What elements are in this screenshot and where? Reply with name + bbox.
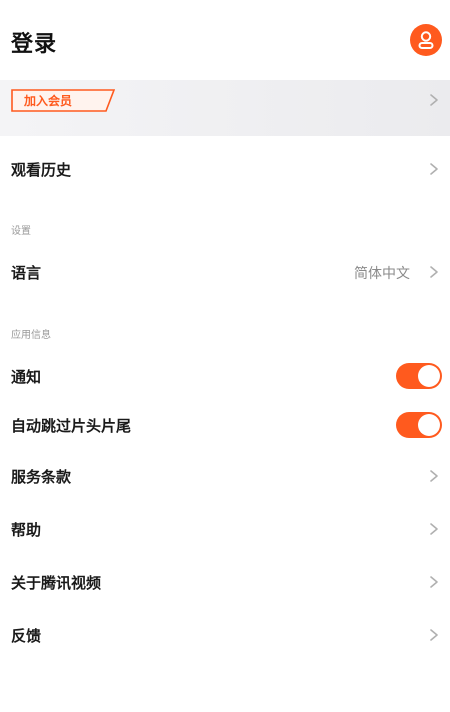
chevron-right-icon (430, 576, 438, 588)
notification-toggle[interactable] (396, 363, 442, 389)
chevron-right-icon (430, 523, 438, 535)
feedback-row[interactable]: 反馈 (0, 613, 450, 657)
language-label: 语言 (11, 264, 42, 282)
chevron-right-icon (430, 629, 438, 641)
notification-label: 通知 (11, 368, 42, 386)
login-title[interactable]: 登录 (11, 26, 57, 58)
auto-skip-label: 自动跳过片头片尾 (11, 417, 132, 435)
feedback-label: 反馈 (11, 627, 42, 645)
watch-history-row[interactable]: 观看历史 (0, 147, 450, 191)
auto-skip-toggle[interactable] (396, 412, 442, 438)
vip-banner[interactable]: 加入会员 (0, 80, 450, 136)
chevron-right-icon (430, 94, 438, 106)
notification-row: 通知 (0, 354, 450, 398)
about-label: 关于腾讯视频 (11, 574, 102, 592)
chevron-right-icon (430, 266, 438, 278)
auto-skip-row: 自动跳过片头片尾 (0, 403, 450, 447)
terms-row[interactable]: 服务条款 (0, 454, 450, 498)
language-row[interactable]: 语言 简体中文 (0, 250, 450, 294)
language-value: 简体中文 (354, 266, 410, 282)
watch-history-label: 观看历史 (11, 161, 72, 179)
chevron-right-icon (430, 163, 438, 175)
user-icon[interactable] (410, 24, 442, 56)
settings-section-header: 设置 (11, 226, 31, 237)
join-vip-label: 加入会员 (24, 94, 73, 108)
vip-tag: 加入会员 (11, 89, 115, 112)
header: 登录 (0, 0, 450, 80)
toggle-knob (418, 365, 440, 387)
toggle-knob (418, 414, 440, 436)
chevron-right-icon (430, 470, 438, 482)
terms-label: 服务条款 (11, 468, 72, 486)
app-info-section-header: 应用信息 (11, 330, 51, 341)
about-row[interactable]: 关于腾讯视频 (0, 560, 450, 604)
help-row[interactable]: 帮助 (0, 507, 450, 551)
help-label: 帮助 (11, 521, 42, 539)
